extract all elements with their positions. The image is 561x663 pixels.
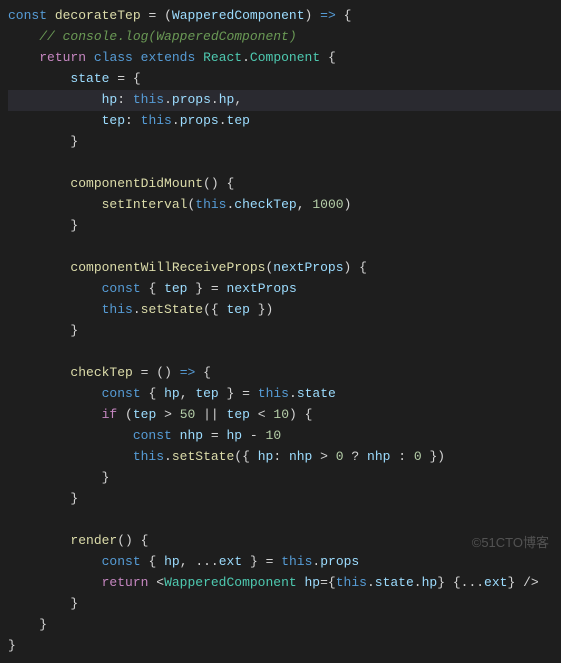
code-line: const { hp, tep } = this.state (8, 384, 561, 405)
code-line: componentWillReceiveProps(nextProps) { (8, 258, 561, 279)
code-line (8, 510, 561, 531)
code-line: tep: this.props.tep (8, 111, 561, 132)
code-line: this.setState({ tep }) (8, 300, 561, 321)
code-line-highlighted: hp: this.props.hp, (8, 90, 561, 111)
code-line: } (8, 636, 561, 657)
code-line: if (tep > 50 || tep < 10) { (8, 405, 561, 426)
code-line: setInterval(this.checkTep, 1000) (8, 195, 561, 216)
code-line: return class extends React.Component { (8, 48, 561, 69)
code-line: const { tep } = nextProps (8, 279, 561, 300)
code-line: } (8, 132, 561, 153)
code-line: componentDidMount() { (8, 174, 561, 195)
code-line: return <WapperedComponent hp={this.state… (8, 573, 561, 594)
code-line: } (8, 216, 561, 237)
code-line: } (8, 468, 561, 489)
watermark-text: ©51CTO博客 (472, 533, 549, 554)
code-line: } (8, 594, 561, 615)
code-line: } (8, 321, 561, 342)
code-line: } (8, 615, 561, 636)
code-line (8, 153, 561, 174)
code-line: } (8, 489, 561, 510)
code-line: const decorateTep = (WapperedComponent) … (8, 6, 561, 27)
code-line: state = { (8, 69, 561, 90)
code-line: this.setState({ hp: nhp > 0 ? nhp : 0 }) (8, 447, 561, 468)
code-line: checkTep = () => { (8, 363, 561, 384)
code-line: const nhp = hp - 10 (8, 426, 561, 447)
code-line (8, 342, 561, 363)
code-line: // console.log(WapperedComponent) (8, 27, 561, 48)
code-line (8, 237, 561, 258)
code-line: const { hp, ...ext } = this.props (8, 552, 561, 573)
